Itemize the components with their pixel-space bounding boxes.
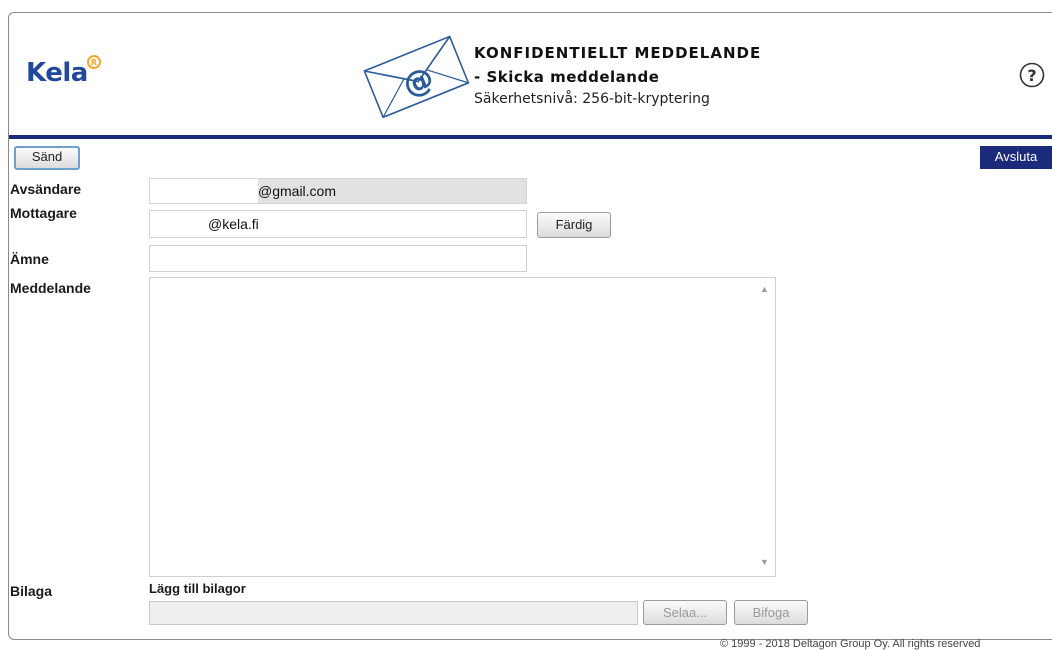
subject-input[interactable]	[149, 245, 527, 272]
kela-logo: Kela	[26, 58, 88, 88]
sender-local-part	[150, 179, 258, 203]
scroll-up-icon[interactable]: ▲	[760, 284, 769, 294]
quit-button[interactable]: Avsluta	[980, 146, 1052, 169]
attach-button[interactable]: Bifoga	[734, 600, 808, 625]
svg-text:R: R	[91, 58, 97, 67]
copyright-text: © 1999 - 2018 Deltagon Group Oy. All rig…	[720, 638, 981, 650]
done-button[interactable]: Färdig	[537, 212, 611, 238]
recipient-input[interactable]: @kela.fi	[149, 210, 527, 238]
recipient-value: @kela.fi	[208, 216, 259, 232]
subject-label: Ämne	[10, 251, 49, 267]
send-button[interactable]: Sänd	[14, 146, 80, 170]
message-label: Meddelande	[10, 280, 91, 296]
kela-logo-mark-icon: R	[87, 55, 101, 69]
recipient-label: Mottagare	[10, 205, 77, 221]
attachment-label: Bilaga	[10, 583, 53, 599]
message-textarea[interactable]	[149, 277, 776, 577]
scroll-down-icon[interactable]: ▼	[760, 557, 769, 567]
header-divider	[9, 135, 1052, 139]
security-level-text: Säkerhetsnivå: 256-bit-kryptering	[474, 91, 710, 107]
sender-label: Avsändare	[10, 181, 82, 197]
page-subtitle: - Skicka meddelande	[474, 68, 660, 86]
page-title: KONFIDENTIELLT MEDDELANDE	[474, 44, 762, 62]
add-attachments-label: Lägg till bilagor	[149, 581, 246, 596]
help-icon[interactable]: ?	[1019, 62, 1045, 88]
svg-text:?: ?	[1027, 66, 1036, 85]
sender-value: @gmail.com	[258, 183, 337, 199]
sender-field: @gmail.com	[149, 178, 527, 204]
file-path-input[interactable]	[149, 601, 638, 625]
envelope-icon: @	[363, 35, 470, 118]
browse-button[interactable]: Selaa...	[643, 600, 727, 625]
